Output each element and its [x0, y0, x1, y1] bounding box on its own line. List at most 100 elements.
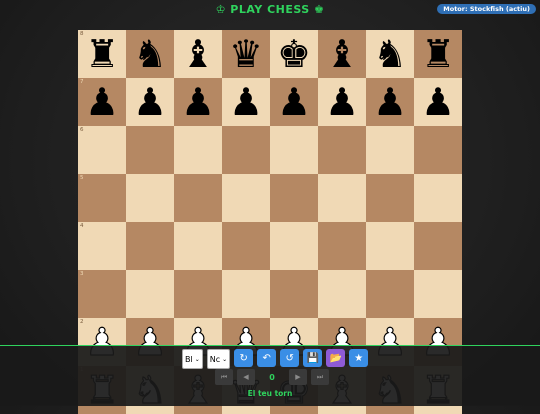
chess-piece[interactable]: ♟ [421, 83, 455, 121]
rank-label: 2 [80, 319, 84, 325]
skip-forward-icon: ⏭ [316, 372, 324, 381]
color-select[interactable]: Bl ⌄ [182, 349, 203, 369]
floppy-icon: 💾 [306, 352, 319, 364]
board-square[interactable] [366, 126, 414, 174]
board-square[interactable]: ♟ [174, 78, 222, 126]
chess-piece[interactable]: ♚ [277, 35, 311, 73]
board-square[interactable]: ♟ [318, 78, 366, 126]
rank-label: 7 [80, 79, 84, 85]
folder-icon: 📂 [329, 352, 342, 364]
redo-icon: ↺ [285, 352, 294, 364]
board-square[interactable]: ♟ [414, 78, 462, 126]
engine-status-badge: Motor: Stockfish (actiu) [437, 4, 536, 14]
chess-piece[interactable]: ♟ [229, 83, 263, 121]
rank-label: 3 [80, 271, 84, 277]
board-square[interactable]: ♛ [222, 30, 270, 78]
board-square[interactable]: ♞ [126, 30, 174, 78]
chess-piece[interactable]: ♜ [85, 35, 119, 73]
move-counter: 0 [269, 372, 275, 382]
board-square[interactable] [222, 126, 270, 174]
next-icon: ▶ [295, 373, 301, 381]
undo-icon: ↶ [262, 352, 271, 364]
skip-back-icon: ⏮ [220, 372, 228, 381]
board-square[interactable] [222, 270, 270, 318]
board-square[interactable]: ♟ [366, 78, 414, 126]
board-square[interactable] [414, 270, 462, 318]
board-square[interactable] [366, 174, 414, 222]
board-square[interactable] [270, 126, 318, 174]
board-square[interactable] [126, 222, 174, 270]
rank-label: 5 [80, 175, 84, 181]
board-square[interactable]: ♝ [174, 30, 222, 78]
board-square[interactable]: ♝ [318, 30, 366, 78]
last-move-button[interactable]: ⏭ [311, 369, 329, 385]
board-square[interactable]: ♞ [366, 30, 414, 78]
board-square[interactable]: 3 [78, 270, 126, 318]
save-button[interactable]: 💾 [303, 349, 323, 367]
undo-button[interactable]: ↶ [257, 349, 277, 367]
redo-button[interactable]: ↺ [280, 349, 300, 367]
board-square[interactable] [126, 174, 174, 222]
controls-panel: Bl ⌄ Nc ⌄ ↻ ↶ ↺ 💾 📂 ★ ⏮ ◀ 0 ▶ ⏭ El teu t… [0, 345, 540, 406]
board-square[interactable]: ♜ [414, 30, 462, 78]
favorite-button[interactable]: ★ [349, 349, 369, 367]
chess-piece[interactable]: ♝ [325, 35, 359, 73]
board-square[interactable] [126, 126, 174, 174]
board-square[interactable] [174, 126, 222, 174]
board-square[interactable]: 8 ♜ [78, 30, 126, 78]
board-square[interactable]: 6 [78, 126, 126, 174]
rank-label: 8 [80, 31, 84, 37]
chevron-down-icon: ⌄ [222, 355, 228, 363]
board-square[interactable] [174, 222, 222, 270]
color-select-value: Bl [185, 354, 193, 364]
board-square[interactable]: ♟ [126, 78, 174, 126]
chess-piece[interactable]: ♞ [133, 35, 167, 73]
board-square[interactable]: 5 [78, 174, 126, 222]
chess-piece[interactable]: ♟ [85, 83, 119, 121]
board-square[interactable] [318, 126, 366, 174]
chess-piece[interactable]: ♛ [229, 35, 263, 73]
first-move-button[interactable]: ⏮ [215, 369, 233, 385]
chess-piece[interactable]: ♜ [421, 35, 455, 73]
board-square[interactable] [318, 222, 366, 270]
board-square[interactable] [318, 174, 366, 222]
board-square[interactable] [270, 222, 318, 270]
board-square[interactable] [318, 270, 366, 318]
chess-piece[interactable]: ♟ [181, 83, 215, 121]
board-square[interactable] [366, 270, 414, 318]
star-icon: ★ [354, 352, 364, 364]
next-move-button[interactable]: ▶ [289, 369, 307, 385]
chess-piece[interactable]: ♟ [373, 83, 407, 121]
prev-icon: ◀ [243, 373, 249, 381]
board-square[interactable]: 4 [78, 222, 126, 270]
board-square[interactable] [174, 174, 222, 222]
board-square[interactable] [222, 174, 270, 222]
refresh-icon: ↻ [239, 352, 248, 364]
board-square[interactable]: 7 ♟ [78, 78, 126, 126]
chess-piece[interactable]: ♝ [181, 35, 215, 73]
board-square[interactable] [414, 174, 462, 222]
board-square[interactable] [366, 222, 414, 270]
prev-move-button[interactable]: ◀ [237, 369, 255, 385]
chess-piece[interactable]: ♞ [373, 35, 407, 73]
board-square[interactable] [414, 126, 462, 174]
turn-status: El teu torn [247, 389, 293, 398]
load-button[interactable]: 📂 [326, 349, 346, 367]
chess-piece[interactable]: ♟ [277, 83, 311, 121]
rank-label: 6 [80, 127, 84, 133]
level-select-value: Nc [209, 354, 221, 364]
chess-piece[interactable]: ♟ [325, 83, 359, 121]
board-square[interactable]: ♚ [270, 30, 318, 78]
board-square[interactable] [270, 174, 318, 222]
level-select[interactable]: Nc ⌄ [206, 349, 231, 369]
board-square[interactable] [270, 270, 318, 318]
chess-piece[interactable]: ♟ [133, 83, 167, 121]
board-square[interactable] [126, 270, 174, 318]
board-square[interactable]: ♟ [270, 78, 318, 126]
board-square[interactable]: ♟ [222, 78, 270, 126]
board-square[interactable] [222, 222, 270, 270]
new-game-button[interactable]: ↻ [234, 349, 254, 367]
board-square[interactable] [174, 270, 222, 318]
board-square[interactable] [414, 222, 462, 270]
chevron-down-icon: ⌄ [194, 355, 200, 363]
